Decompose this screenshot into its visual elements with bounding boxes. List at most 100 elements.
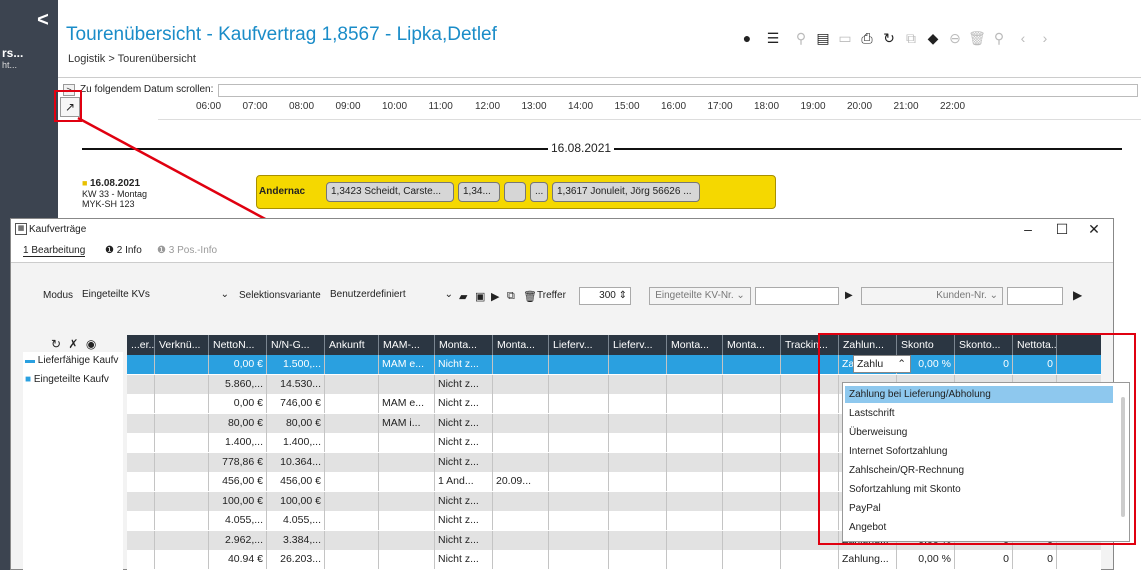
table-cell [155,472,209,491]
folder-open-icon[interactable]: ▰ [459,290,467,303]
column-header[interactable]: N/N-G... [267,335,325,355]
table-cell [723,413,781,433]
table-cell: 4.055,... [209,511,267,530]
table-cell: 746,00 € [267,394,325,413]
play-icon[interactable]: ▶ [845,290,853,301]
trash-icon[interactable]: 🗑 [523,290,537,303]
window-icon: ▦ [15,223,27,235]
tab-info-label: 2 Info [116,245,142,256]
table-cell [493,433,549,452]
table-cell [667,394,723,413]
kunden-nr-input[interactable] [1007,287,1063,305]
table-cell: 0,00 % [897,550,955,569]
selektion-value: Benutzerdefiniert [330,289,406,300]
column-header[interactable]: Verknü... [155,335,209,355]
table-cell [549,491,609,511]
tab-info[interactable]: ❶ 2 Info [105,245,142,256]
close-icon[interactable]: ✕ [1079,221,1109,238]
play-icon[interactable]: ▶ [491,290,499,303]
tree-item-lieferfaehig[interactable]: ▬ Lieferfähige Kaufv [25,355,118,366]
column-header[interactable]: Lieferv... [609,335,667,355]
table-row[interactable]: 40.94 €26.203... Nicht z... Zahlung... 0,00… [127,550,1101,569]
table-cell: Nicht z... [435,394,493,413]
table-cell [379,452,435,472]
table-cell [379,374,435,394]
table-cell: 0,00 € [209,355,267,374]
tab-bearbeitung[interactable]: 1 Bearbeitung [23,245,86,257]
column-header[interactable]: Monta... [667,335,723,355]
table-cell: MAM e... [379,355,435,374]
kunden-nr-button[interactable]: Kunden-Nr. ⌄ [861,287,1003,305]
table-cell [723,394,781,413]
column-header[interactable]: Monta... [435,335,493,355]
table-cell [667,374,723,394]
table-cell: MAM i... [379,413,435,433]
modus-select[interactable]: Eingeteilte KVs ⌄ [79,287,231,305]
table-cell [493,491,549,511]
play-icon[interactable]: ▶ [1073,288,1082,302]
selektion-select[interactable]: Benutzerdefiniert ⌄ [327,287,455,305]
table-cell [609,394,667,413]
table-cell: 26.203... [267,550,325,569]
table-cell [723,355,781,374]
table-cell [609,452,667,472]
table-cell [609,550,667,569]
kv-nr-input[interactable] [755,287,839,305]
save-icon[interactable]: ▣ [475,290,485,303]
maximize-icon[interactable]: ☐ [1047,221,1077,238]
table-cell [155,355,209,374]
table-cell [325,413,379,433]
treffer-input[interactable]: 300 ⇕ [579,287,631,305]
table-cell [127,550,155,569]
tree-item-eingeteilt[interactable]: ■ Eingeteilte Kaufv [25,374,109,385]
table-cell: Nicht z... [435,374,493,394]
tree-item-label: Eingeteilte Kaufv [33,374,109,385]
table-cell [155,433,209,452]
column-header[interactable]: MAM-... [379,335,435,355]
table-cell [155,550,209,569]
table-cell [379,511,435,530]
table-cell: 80,00 € [209,413,267,433]
table-cell [325,491,379,511]
tree-item-label: Lieferfähige Kaufv [37,355,119,366]
kv-nr-button[interactable]: Eingeteilte KV-Nr. ⌄ [649,287,751,305]
highlight-box [818,333,1136,545]
column-header[interactable]: NettoN... [209,335,267,355]
column-header[interactable]: Ankunft [325,335,379,355]
column-header[interactable]: ...er... [127,335,155,355]
table-cell: 4.055,... [267,511,325,530]
tab-pos-info-label: 3 Pos.-Info [168,245,218,256]
table-cell [127,511,155,530]
minimize-icon[interactable]: – [1013,221,1043,237]
column-header[interactable]: Lieferv... [549,335,609,355]
table-cell [493,550,549,569]
table-cell [723,472,781,491]
table-cell [127,355,155,374]
table-cell [127,530,155,550]
table-cell: 1.400,... [267,433,325,452]
table-cell [127,413,155,433]
kunden-nr-label: Kunden-Nr. [936,290,987,301]
table-cell: 2.962,... [209,530,267,550]
table-cell [609,433,667,452]
table-cell [723,433,781,452]
table-cell [667,550,723,569]
table-cell [155,530,209,550]
copy-icon[interactable]: ⧉ [507,290,515,303]
filter-row: Modus Eingeteilte KVs ⌄ Selektionsvariant… [33,287,1093,307]
table-cell [379,550,435,569]
table-cell [723,452,781,472]
table-cell [609,511,667,530]
table-cell [325,433,379,452]
eye-icon[interactable]: ◉ [86,337,96,351]
pin-icon[interactable]: ✗ [68,337,78,351]
tab-pos-info[interactable]: ❶ 3 Pos.-Info [157,245,217,256]
column-header[interactable]: Monta... [493,335,549,355]
column-header[interactable]: Monta... [723,335,781,355]
table-cell [379,491,435,511]
table-cell [667,355,723,374]
refresh-icon[interactable]: ↻ [51,337,61,351]
table-cell [325,355,379,374]
table-cell: 10.364... [267,452,325,472]
table-cell [155,491,209,511]
